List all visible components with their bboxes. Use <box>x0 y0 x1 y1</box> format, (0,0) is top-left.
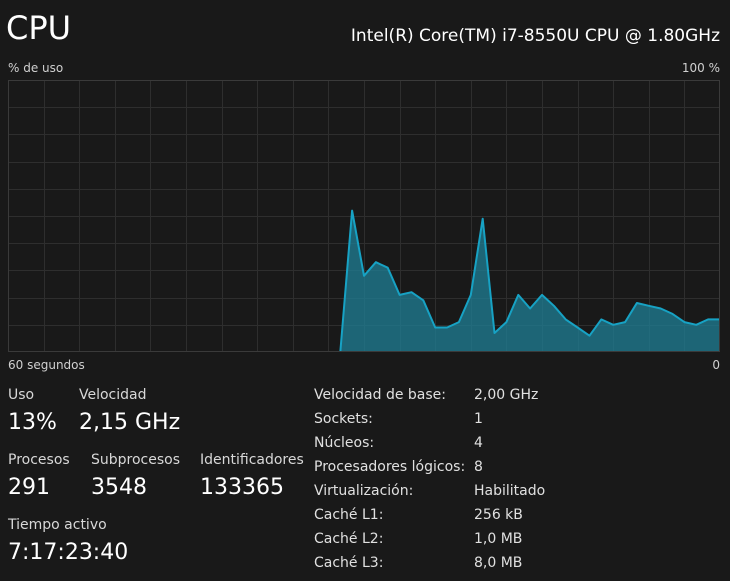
spec-value: 1,0 MB <box>474 531 523 547</box>
cpu-usage-graph <box>8 80 720 352</box>
graph-y-max-label: 100 % <box>681 61 720 75</box>
spec-value: 8,0 MB <box>474 555 523 571</box>
spec-value: Habilitado <box>474 483 546 499</box>
cpu-model-name: Intel(R) Core(TM) i7-8550U CPU @ 1.80GHz <box>350 26 720 46</box>
page-title: CPU <box>6 9 72 47</box>
spec-key: Núcleos: <box>314 435 375 451</box>
stat-tiempo-label: Tiempo activo <box>8 517 107 533</box>
graph-x-left-label: 60 segundos <box>8 358 85 372</box>
spec-key: Sockets: <box>314 411 373 427</box>
stat-procesos-label: Procesos <box>8 452 70 468</box>
graph-x-right-label: 0 <box>712 358 720 372</box>
spec-key: Virtualización: <box>314 483 414 499</box>
spec-value: 8 <box>474 459 483 475</box>
stat-uso-label: Uso <box>8 387 35 403</box>
spec-value: 256 kB <box>474 507 523 523</box>
stat-uso-value: 13% <box>8 410 57 435</box>
cpu-usage-chart <box>8 80 720 352</box>
stat-subprocesos-label: Subprocesos <box>91 452 181 468</box>
stat-identificadores-label: Identificadores <box>200 452 304 468</box>
spec-value: 2,00 GHz <box>474 387 539 403</box>
stat-identificadores-value: 133365 <box>200 475 284 500</box>
spec-key: Caché L3: <box>314 555 384 571</box>
stat-velocidad-label: Velocidad <box>79 387 147 403</box>
spec-key: Caché L1: <box>314 507 384 523</box>
spec-value: 1 <box>474 411 483 427</box>
stat-procesos-value: 291 <box>8 475 50 500</box>
stat-tiempo-value: 7:17:23:40 <box>8 540 129 565</box>
spec-key: Procesadores lógicos: <box>314 459 466 475</box>
spec-value: 4 <box>474 435 483 451</box>
stat-subprocesos-value: 3548 <box>91 475 147 500</box>
spec-key: Velocidad de base: <box>314 387 446 403</box>
stat-velocidad-value: 2,15 GHz <box>79 410 181 435</box>
graph-y-label: % de uso <box>8 61 64 75</box>
spec-key: Caché L2: <box>314 531 384 547</box>
